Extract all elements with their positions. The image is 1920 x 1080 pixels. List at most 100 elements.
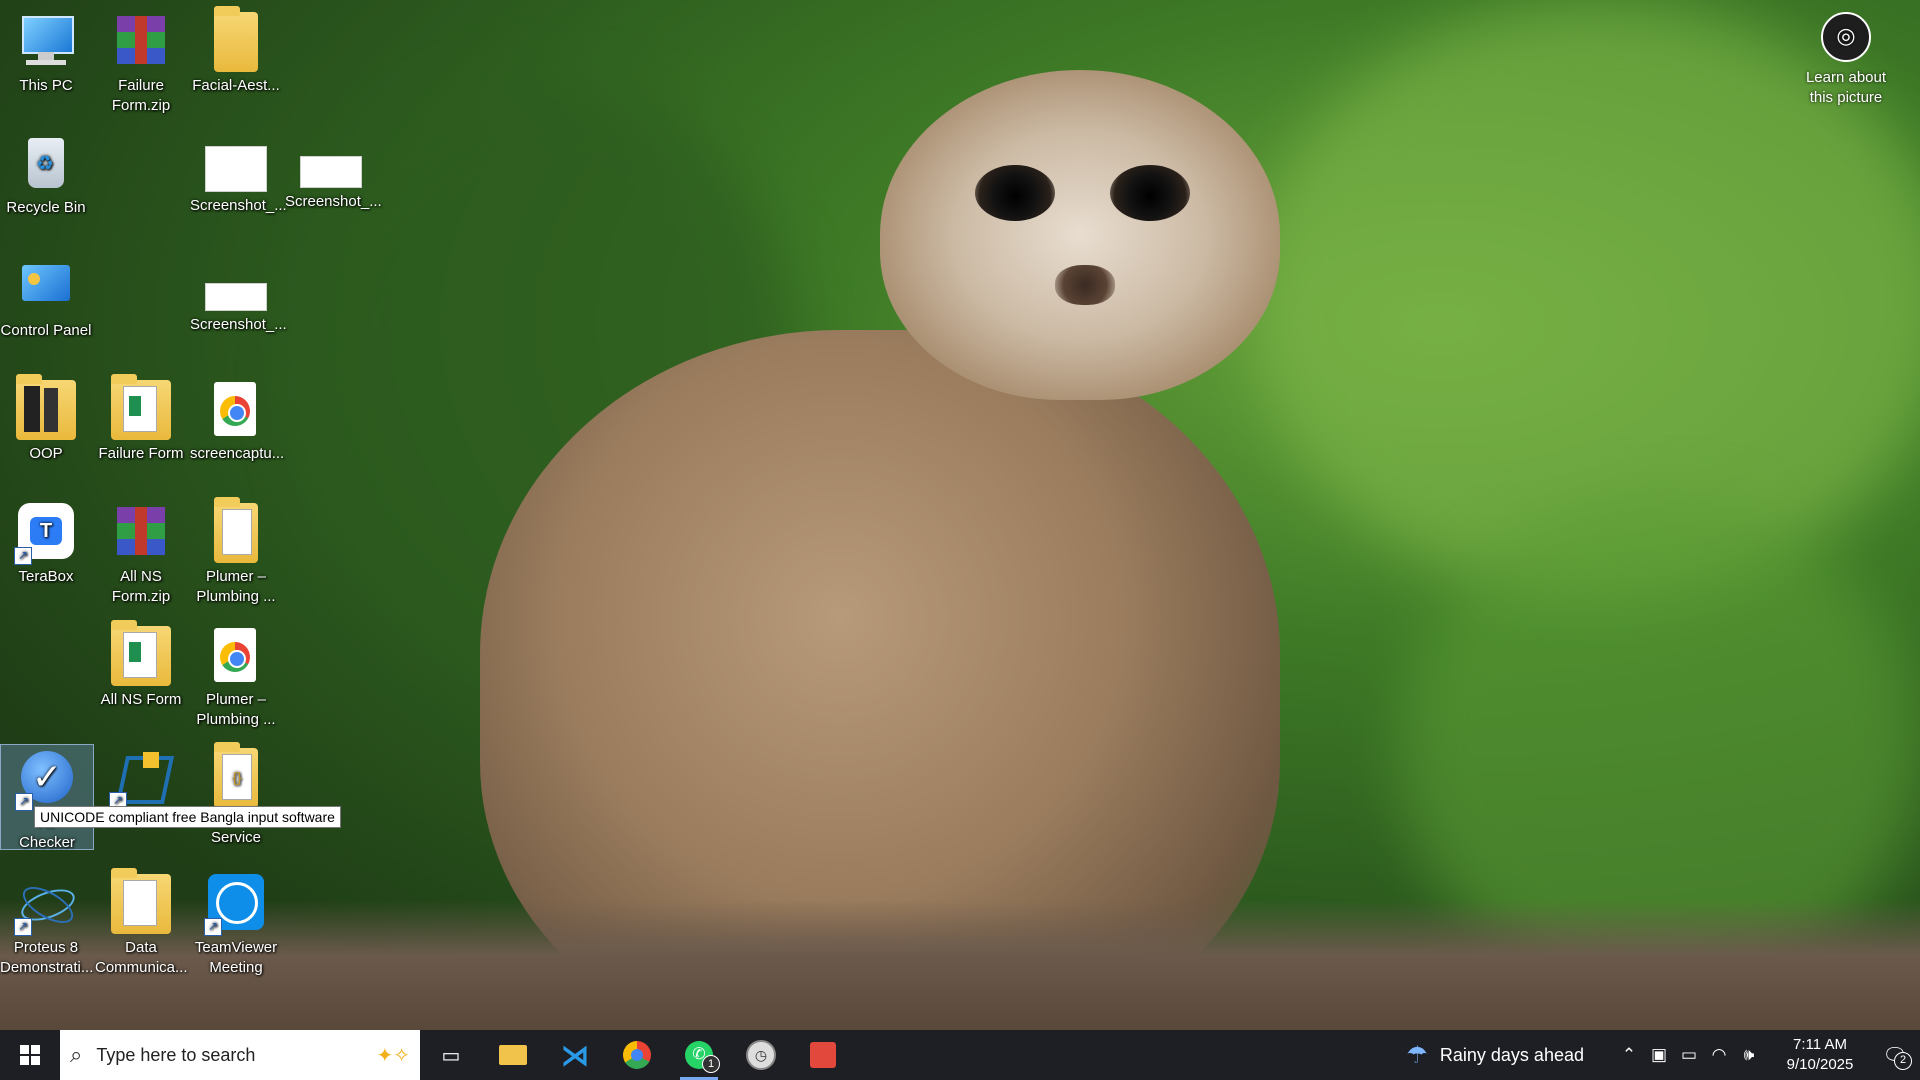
taskbar-vscode[interactable]: ⋊ bbox=[544, 1030, 606, 1080]
show-hidden-icons-button[interactable]: ⌃ bbox=[1614, 1045, 1644, 1065]
monitor-icon bbox=[16, 12, 76, 72]
desktop-icon-screenshot-2[interactable]: Screenshot_... bbox=[285, 130, 382, 212]
virtualbox-icon: ↗ bbox=[109, 748, 175, 810]
desktop-icon-avro-checker[interactable]: ✓ ↗ Av Checker bbox=[0, 744, 94, 851]
desktop-icon-all-ns-form-zip[interactable]: All NS Form.zip bbox=[95, 499, 187, 607]
folder-icon bbox=[214, 497, 258, 563]
terabox-icon: T ↗ bbox=[14, 503, 76, 565]
search-highlight-icon: ✦✧ bbox=[376, 1044, 410, 1067]
clock-icon: ◷ bbox=[746, 1040, 776, 1070]
desktop-icon-all-ns-form[interactable]: All NS Form bbox=[95, 620, 187, 710]
camera-icon: ◎ bbox=[1821, 12, 1871, 62]
taskbar-app-orange[interactable] bbox=[792, 1030, 854, 1080]
control-panel-icon bbox=[16, 257, 76, 317]
desktop-icon-screencapture-pdf[interactable]: screencaptu... bbox=[190, 376, 285, 464]
battery-icon[interactable]: ▭ bbox=[1674, 1045, 1704, 1065]
shortcut-arrow-icon: ↗ bbox=[204, 918, 222, 936]
desktop-icon-label: Data Communica... bbox=[95, 939, 188, 976]
desktop-icon-teamviewer[interactable]: ↗ TeamViewer Meeting bbox=[190, 870, 282, 978]
desktop-icon-failure-form[interactable]: Failure Form bbox=[95, 374, 187, 464]
folder-icon bbox=[111, 374, 171, 440]
taskbar-clock[interactable]: 7:11 AM 9/10/2025 bbox=[1770, 1035, 1870, 1075]
clock-time: 7:11 AM bbox=[1793, 1036, 1847, 1053]
clock-date: 9/10/2025 bbox=[1786, 1056, 1854, 1073]
chrome-html-icon bbox=[206, 626, 266, 686]
desktop-icon-plumer-1[interactable]: Plumer – Plumbing ... bbox=[190, 497, 282, 607]
desktop-icon-screenshot-3[interactable]: Screenshot_... bbox=[190, 253, 287, 335]
recycle-bin-icon: ♻ bbox=[16, 134, 76, 194]
desktop-icon-label: Recycle Bin bbox=[6, 199, 86, 216]
folder-icon: {} bbox=[214, 742, 258, 808]
desktop-icon-failure-form-zip[interactable]: Failure Form.zip bbox=[95, 8, 187, 116]
taskbar-clock-app[interactable]: ◷ bbox=[730, 1030, 792, 1080]
desktop-icon-facial-aesthetics[interactable]: Facial-Aest... bbox=[190, 6, 282, 96]
weather-widget[interactable]: ☂ Rainy days ahead bbox=[1406, 1041, 1584, 1070]
meet-now-icon[interactable]: ▣ bbox=[1644, 1045, 1674, 1065]
taskbar-whatsapp[interactable]: ✆ 1 bbox=[668, 1030, 730, 1080]
task-view-button[interactable]: ▭ bbox=[420, 1030, 482, 1080]
desktop-icon-label: Failure Form.zip bbox=[111, 77, 171, 114]
desktop-icon-proteus[interactable]: ↗ Proteus 8 Demonstrati... bbox=[0, 870, 94, 978]
desktop-icon-label: OOP bbox=[29, 445, 63, 462]
desktop-icon-label: Service bbox=[210, 829, 262, 846]
desktop-icon-label: All NS Form.zip bbox=[111, 568, 171, 605]
desktop-icon-oop[interactable]: OOP bbox=[0, 374, 92, 464]
desktop-icon-service[interactable]: {} Service bbox=[190, 742, 282, 848]
folder-icon bbox=[16, 374, 76, 440]
chrome-icon bbox=[623, 1041, 651, 1069]
vscode-icon: ⋊ bbox=[561, 1039, 589, 1071]
folder-icon bbox=[499, 1045, 527, 1065]
image-thumbnail-icon bbox=[205, 146, 267, 192]
desktop-icon-this-pc[interactable]: This PC bbox=[0, 8, 92, 96]
learn-about-picture[interactable]: ◎ Learn about this picture bbox=[1786, 12, 1906, 108]
folder-icon bbox=[111, 868, 171, 934]
action-center-button[interactable]: 🗨 2 bbox=[1870, 1043, 1920, 1070]
desktop-icon-label: Screenshot_... bbox=[190, 316, 287, 333]
archive-icon bbox=[111, 503, 171, 563]
desktop-icon-label: screencaptu... bbox=[190, 445, 285, 462]
shortcut-arrow-icon: ↗ bbox=[14, 547, 32, 565]
icon-tooltip: UNICODE compliant free Bangla input soft… bbox=[34, 806, 341, 828]
start-button[interactable] bbox=[0, 1030, 60, 1080]
ground bbox=[0, 900, 1920, 1040]
system-tray: ☂ Rainy days ahead ⌃ ▣ ▭ ◠ 🕪 7:11 AM 9/1… bbox=[1406, 1030, 1920, 1080]
taskbar-file-explorer[interactable] bbox=[482, 1030, 544, 1080]
archive-icon bbox=[111, 12, 171, 72]
teamviewer-icon: ↗ bbox=[204, 874, 266, 936]
shortcut-arrow-icon: ↗ bbox=[15, 793, 33, 811]
taskbar-chrome[interactable] bbox=[606, 1030, 668, 1080]
chevron-up-icon: ⌃ bbox=[1621, 1045, 1637, 1064]
search-box[interactable]: ⌕ Type here to search ✦✧ bbox=[60, 1030, 420, 1080]
desktop-icon-data-communication[interactable]: Data Communica... bbox=[95, 868, 188, 978]
desktop-icon-screenshot-1[interactable]: Screenshot_... bbox=[190, 130, 287, 216]
proteus-icon: ↗ bbox=[14, 874, 79, 936]
image-thumbnail-icon bbox=[205, 283, 267, 311]
windows-logo-icon bbox=[20, 1045, 40, 1065]
desktop-icon-label: Proteus 8 Demonstrati... bbox=[0, 939, 94, 976]
meerkat-head bbox=[880, 70, 1280, 400]
umbrella-rain-icon: ☂ bbox=[1406, 1041, 1428, 1069]
volume-icon[interactable]: 🕪 bbox=[1734, 1045, 1764, 1065]
pdf-icon bbox=[206, 380, 266, 440]
desktop-icon-label: Screenshot_... bbox=[190, 197, 287, 214]
notification-count: 2 bbox=[1894, 1051, 1912, 1070]
folder-icon bbox=[214, 6, 258, 72]
weather-text: Rainy days ahead bbox=[1439, 1044, 1584, 1065]
desktop-icon-label: Facial-Aest... bbox=[192, 77, 280, 94]
desktop-icon-label: This PC bbox=[19, 77, 73, 94]
desktop-icon-recycle-bin[interactable]: ♻ Recycle Bin bbox=[0, 130, 92, 218]
desktop-icon-label: Control Panel bbox=[0, 322, 92, 339]
meerkat-nose bbox=[1055, 265, 1115, 305]
app-icon bbox=[810, 1042, 836, 1068]
desktop-icon-label: Screenshot_... bbox=[285, 193, 382, 210]
search-icon: ⌕ bbox=[70, 1042, 83, 1067]
desktop-icon-terabox[interactable]: T ↗ TeraBox bbox=[0, 499, 92, 587]
desktop-icon-label: Plumer – Plumbing ... bbox=[196, 691, 276, 728]
wifi-icon[interactable]: ◠ bbox=[1704, 1045, 1734, 1065]
meerkat-eye-left bbox=[975, 165, 1055, 221]
task-view-icon: ▭ bbox=[441, 1044, 461, 1067]
shortcut-arrow-icon: ↗ bbox=[14, 918, 32, 936]
desktop-icon-control-panel[interactable]: Control Panel bbox=[0, 253, 92, 341]
desktop-icon-plumer-2[interactable]: Plumer – Plumbing ... bbox=[190, 622, 282, 730]
desktop-icon-label: TeraBox bbox=[18, 568, 74, 585]
